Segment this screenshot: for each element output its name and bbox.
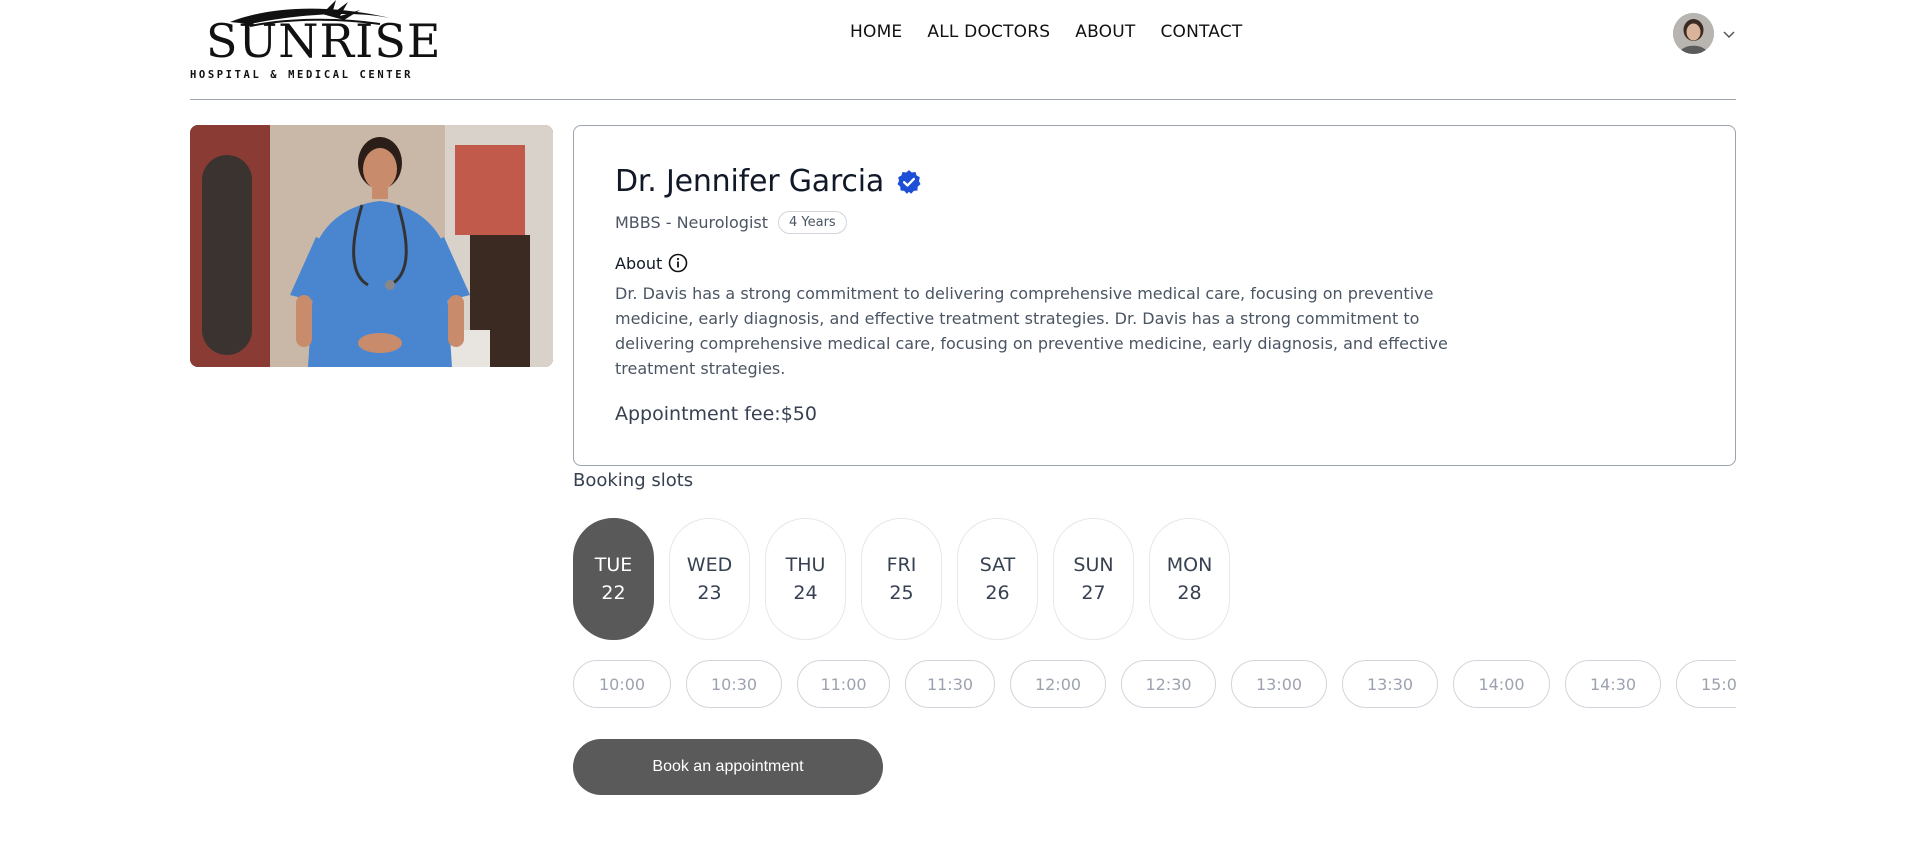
nav-about[interactable]: ABOUT [1075, 22, 1135, 42]
time-slot-scroller[interactable]: 10:00 10:30 11:00 11:30 12:00 12:30 13:0… [573, 660, 1736, 710]
day-date: 22 [601, 582, 626, 604]
time-slot[interactable]: 14:00 [1453, 660, 1550, 708]
avatar[interactable] [1673, 13, 1714, 54]
day-slot-tue[interactable]: TUE 22 [573, 518, 654, 640]
time-slot-list: 10:00 10:30 11:00 11:30 12:00 12:30 13:0… [573, 660, 1736, 708]
day-name: SAT [979, 554, 1016, 576]
time-slot[interactable]: 13:30 [1342, 660, 1438, 708]
day-name: WED [686, 554, 733, 576]
doctor-name: Dr. Jennifer Garcia [615, 164, 885, 199]
day-name: TUE [594, 554, 633, 576]
appointment-fee: Appointment fee:$50 [615, 403, 817, 425]
fee-value: $50 [780, 403, 817, 425]
day-date: 27 [1081, 582, 1106, 604]
main-nav: HOME ALL DOCTORS ABOUT CONTACT [850, 22, 1243, 42]
nav-all-doctors[interactable]: ALL DOCTORS [927, 22, 1050, 42]
day-date: 24 [793, 582, 818, 604]
site-header: SUNRISE HOSPITAL & MEDICAL CENTER HOME A… [190, 0, 1736, 100]
fee-label: Appointment fee: [615, 403, 781, 425]
time-slot[interactable]: 14:30 [1565, 660, 1661, 708]
book-appointment-button[interactable]: Book an appointment [573, 739, 883, 795]
day-name: MON [1166, 554, 1213, 576]
day-slot-mon[interactable]: MON 28 [1149, 518, 1230, 640]
day-slot-wed[interactable]: WED 23 [669, 518, 750, 640]
time-slot[interactable]: 12:00 [1010, 660, 1106, 708]
time-slot[interactable]: 11:00 [797, 660, 890, 708]
doctor-name-row: Dr. Jennifer Garcia [615, 164, 922, 199]
time-slot[interactable]: 10:00 [573, 660, 671, 708]
profile-menu[interactable] [1673, 13, 1736, 54]
info-icon [669, 253, 688, 273]
day-slot-sat[interactable]: SAT 26 [957, 518, 1038, 640]
logo[interactable]: SUNRISE HOSPITAL & MEDICAL CENTER [190, 0, 440, 85]
time-slot[interactable]: 11:30 [905, 660, 995, 708]
day-slot-sun[interactable]: SUN 27 [1053, 518, 1134, 640]
day-date: 28 [1177, 582, 1202, 604]
doctor-subtitle: MBBS - Neurologist 4 Years [615, 211, 847, 234]
day-date: 26 [985, 582, 1010, 604]
verified-badge-icon [897, 169, 921, 194]
nav-contact[interactable]: CONTACT [1160, 22, 1242, 42]
booking-slots-title: Booking slots [573, 470, 694, 491]
doctor-info-card: Dr. Jennifer Garcia MBBS - Neurologist 4… [573, 125, 1736, 466]
day-slot-fri[interactable]: FRI 25 [861, 518, 942, 640]
time-slot[interactable]: 15:00 [1676, 660, 1736, 708]
nav-home[interactable]: HOME [850, 22, 902, 42]
time-slot[interactable]: 13:00 [1231, 660, 1327, 708]
logo-subtitle: HOSPITAL & MEDICAL CENTER [190, 69, 414, 81]
day-selector: TUE 22 WED 23 THU 24 FRI 25 SAT 26 SUN 2… [573, 518, 1230, 640]
about-text: Dr. Davis has a strong commitment to del… [615, 284, 1448, 378]
time-slot[interactable]: 12:30 [1121, 660, 1216, 708]
about-heading: About [615, 253, 688, 273]
day-date: 25 [889, 582, 914, 604]
day-name: SUN [1073, 554, 1114, 576]
doctor-photo [190, 125, 553, 367]
logo-wordmark: SUNRISE [206, 14, 442, 68]
experience-badge: 4 Years [778, 211, 847, 234]
day-date: 23 [697, 582, 722, 604]
doctor-qualification: MBBS - Neurologist [615, 213, 768, 232]
time-slot[interactable]: 10:30 [686, 660, 782, 708]
day-name: THU [785, 554, 826, 576]
day-slot-thu[interactable]: THU 24 [765, 518, 846, 640]
chevron-down-icon[interactable] [1722, 27, 1736, 41]
about-label: About [615, 253, 663, 273]
day-name: FRI [886, 554, 917, 576]
